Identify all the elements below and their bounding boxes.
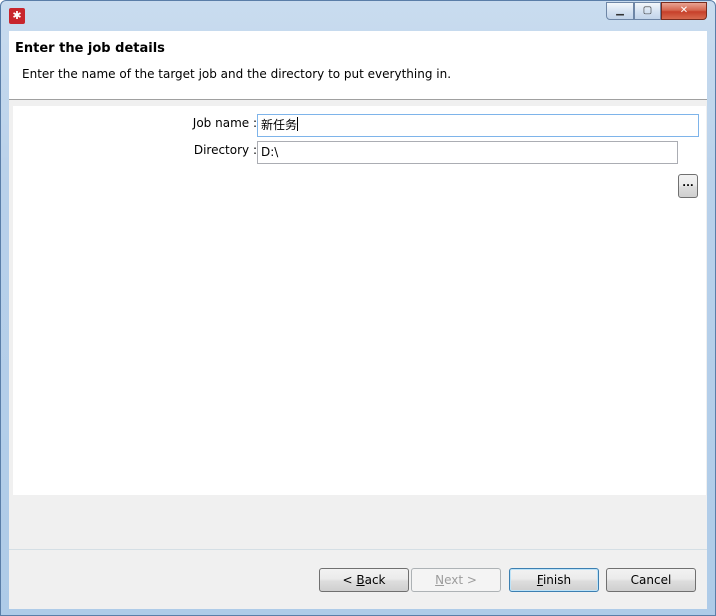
page-title: Enter the job details — [15, 41, 165, 56]
close-button[interactable]: ✕ — [661, 2, 707, 20]
maximize-icon: ▢ — [642, 5, 653, 16]
wizard-window: ✱ ▁ ▢ ✕ Enter the job details Enter the … — [0, 0, 716, 616]
minimize-button[interactable]: ▁ — [606, 2, 634, 20]
back-prefix: < — [342, 573, 357, 587]
wizard-header: Enter the job details Enter the name of … — [9, 31, 707, 100]
back-button[interactable]: < Back — [319, 568, 409, 592]
cancel-button[interactable]: Cancel — [606, 568, 696, 592]
directory-value: D:\ — [261, 145, 279, 159]
page-description: Enter the name of the target job and the… — [22, 67, 452, 81]
job-name-input[interactable]: 新任务 — [257, 114, 699, 137]
app-logo-icon: ✱ — [9, 8, 25, 24]
close-icon: ✕ — [679, 5, 689, 16]
finish-label: inish — [542, 573, 572, 587]
title-bar[interactable]: ✱ ▁ ▢ ✕ — [1, 1, 715, 29]
next-label: ext > — [444, 573, 477, 587]
directory-input[interactable]: D:\ — [257, 141, 678, 164]
maximize-button[interactable]: ▢ — [634, 2, 661, 20]
back-label: ack — [364, 573, 386, 587]
wizard-client-area: Enter the job details Enter the name of … — [9, 31, 707, 609]
browse-directory-button[interactable]: ... — [678, 174, 698, 198]
job-name-value: 新任务 — [261, 118, 298, 132]
minimize-icon: ▁ — [616, 5, 624, 16]
button-bar: < Back Next > Finish Cancel — [9, 550, 707, 609]
finish-button[interactable]: Finish — [509, 568, 599, 592]
job-name-label: Job name : — [192, 116, 257, 130]
next-button[interactable]: Next > — [411, 568, 501, 592]
next-mnemonic: N — [435, 573, 445, 587]
text-caret — [297, 117, 299, 131]
directory-label: Directory : — [193, 143, 257, 157]
form-panel: Job name : 新任务 Directory : D:\ — [13, 106, 706, 495]
back-mnemonic: B — [356, 573, 365, 587]
content-area: Job name : 新任务 Directory : D:\ ... — [9, 100, 707, 549]
